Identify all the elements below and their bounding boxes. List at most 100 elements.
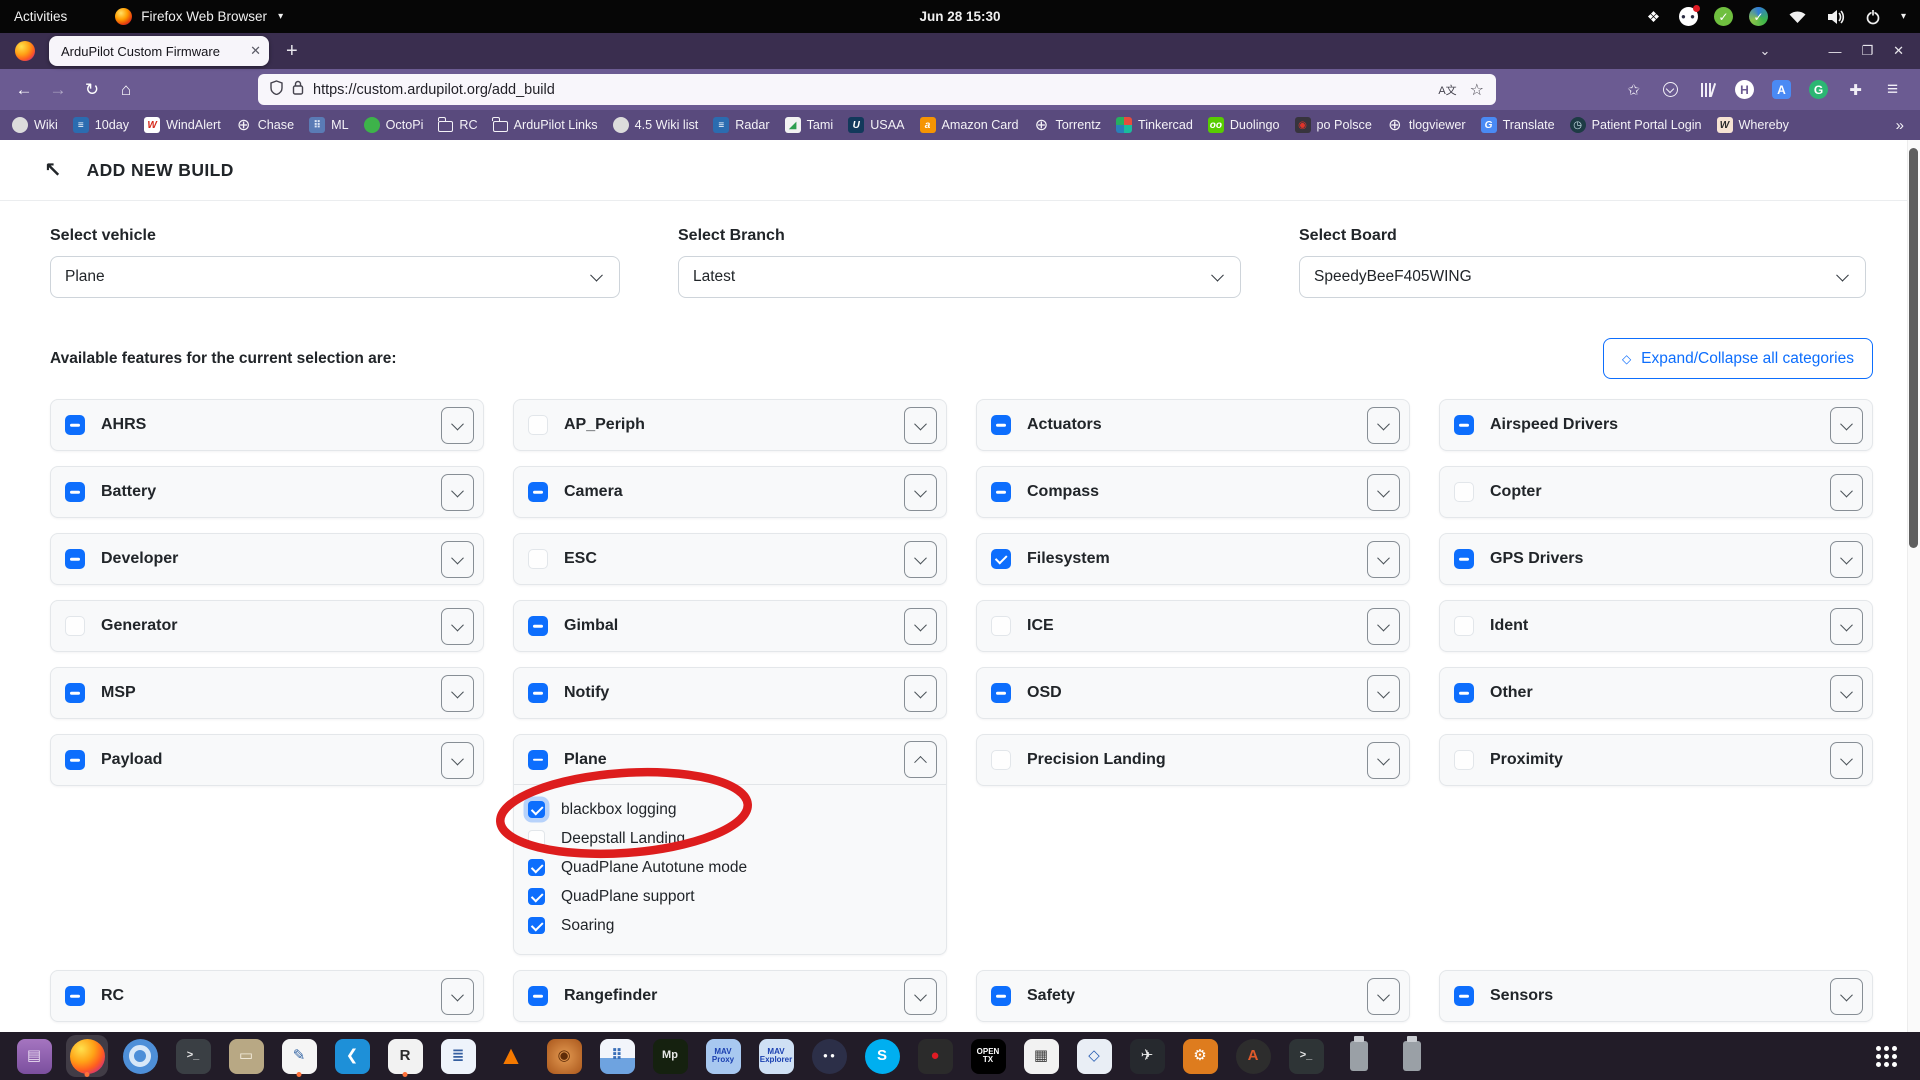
bookmark-chase[interactable]: ⊕ Chase <box>236 117 294 134</box>
lock-icon[interactable] <box>292 80 304 99</box>
expand-button-airspeed-drivers[interactable] <box>1830 406 1863 444</box>
checkbox-camera[interactable] <box>528 482 548 502</box>
expand-button-gimbal[interactable] <box>904 607 937 645</box>
forward-button[interactable]: → <box>44 80 72 100</box>
checkbox-quadplane-support[interactable] <box>528 888 545 905</box>
discord-icon[interactable]: ● ● <box>1678 5 1700 26</box>
dropbox-icon[interactable]: ❖ <box>1644 7 1663 26</box>
checkbox-proximity[interactable] <box>1454 750 1474 770</box>
checkbox-filesystem[interactable] <box>991 549 1011 569</box>
bookmark-translate[interactable]: G Translate <box>1480 117 1555 133</box>
bookmark-star-icon[interactable]: ☆ <box>1470 80 1484 100</box>
checkbox-sensors[interactable] <box>1454 986 1474 1006</box>
dock-item-orange-tool[interactable]: ⚙ <box>1179 1035 1221 1077</box>
expand-button-ahrs[interactable] <box>441 406 474 444</box>
expand-button-other[interactable] <box>1830 674 1863 712</box>
bookmark-wiki[interactable]: Wiki <box>12 117 58 133</box>
translate-page-icon[interactable]: A文 <box>1438 82 1456 98</box>
checkbox-soaring[interactable] <box>528 917 545 934</box>
dock-item-libreoffice-writer[interactable]: ≣ <box>437 1035 479 1077</box>
checkbox-osd[interactable] <box>991 683 1011 703</box>
dock-item-virtualbox[interactable]: ◇ <box>1073 1035 1115 1077</box>
dock-item-vscode[interactable]: ❮ <box>331 1035 373 1077</box>
dock-item-screen-recorder[interactable]: ● <box>914 1035 956 1077</box>
bookmark-amazon-card[interactable]: a Amazon Card <box>919 117 1019 133</box>
expand-button-gps-drivers[interactable] <box>1830 540 1863 578</box>
checkbox-plane[interactable] <box>528 749 548 770</box>
grammarly-icon[interactable]: G <box>1809 80 1828 99</box>
expand-button-safety[interactable] <box>1367 977 1400 1015</box>
checkbox-actuators[interactable] <box>991 415 1011 435</box>
checkbox-compass[interactable] <box>991 482 1011 502</box>
home-button[interactable]: ⌂ <box>112 80 140 100</box>
bookmark-octopi[interactable]: OctoPi <box>363 117 423 133</box>
bookmark-4-5-wiki-list[interactable]: 4.5 Wiki list <box>612 117 698 133</box>
expand-button-filesystem[interactable] <box>1367 540 1400 578</box>
checkbox-developer[interactable] <box>65 549 85 569</box>
checkbox-generator[interactable] <box>65 616 85 636</box>
checkbox-other[interactable] <box>1454 683 1474 703</box>
bookmark-radar[interactable]: ≡ Radar <box>713 117 770 133</box>
bookmark-rc[interactable]: RC <box>437 117 478 132</box>
clock[interactable]: Jun 28 15:30 <box>0 9 1920 24</box>
expand-button-actuators[interactable] <box>1367 406 1400 444</box>
dock-item-r-notepad[interactable]: R <box>384 1035 426 1077</box>
expand-button-ice[interactable] <box>1367 607 1400 645</box>
expand-button-payload[interactable] <box>441 741 474 779</box>
bookmark-patient-portal-login[interactable]: ◷ Patient Portal Login <box>1569 117 1702 133</box>
checkbox-gps-drivers[interactable] <box>1454 549 1474 569</box>
expand-collapse-all-button[interactable]: ◇ Expand/Collapse all categories <box>1602 338 1873 379</box>
branch-select[interactable]: Latest <box>678 256 1241 298</box>
dock-item-opentx[interactable]: OPEN TX <box>967 1035 1009 1077</box>
checkbox-ap-periph[interactable] <box>528 415 548 435</box>
dock-item-vlc[interactable]: ▲ <box>490 1035 532 1077</box>
dock-item-mission-planner[interactable]: Mp <box>649 1035 691 1077</box>
expand-button-generator[interactable] <box>441 607 474 645</box>
app-menu[interactable]: Firefox Web Browser ▾ <box>115 8 283 25</box>
checkbox-rangefinder[interactable] <box>528 986 548 1006</box>
checkbox-notify[interactable] <box>528 683 548 703</box>
expand-button-sensors[interactable] <box>1830 977 1863 1015</box>
expand-button-battery[interactable] <box>441 473 474 511</box>
checkbox-blackbox-logging[interactable] <box>528 801 545 818</box>
dock-item-files[interactable]: ▭ <box>225 1035 267 1077</box>
dock-item-arduino[interactable]: A <box>1232 1035 1274 1077</box>
expand-button-rc[interactable] <box>441 977 474 1015</box>
bookmark-tami[interactable]: ◢ Tami <box>784 117 833 133</box>
checkbox-msp[interactable] <box>65 683 85 703</box>
activities-button[interactable]: Activities <box>14 9 67 24</box>
pocket-icon[interactable] <box>1661 80 1680 99</box>
firefox-view-icon[interactable] <box>15 41 35 61</box>
expand-button-copter[interactable] <box>1830 473 1863 511</box>
checkbox-airspeed-drivers[interactable] <box>1454 415 1474 435</box>
checkbox-safety[interactable] <box>991 986 1011 1006</box>
checkbox-payload[interactable] <box>65 750 85 770</box>
expand-button-notify[interactable] <box>904 674 937 712</box>
dock-item-purple-files[interactable]: ▤ <box>13 1035 55 1077</box>
dock-item-terminal-2[interactable]: >_ <box>1285 1035 1327 1077</box>
shield-icon[interactable] <box>270 80 283 99</box>
extensions-puzzle-icon[interactable]: ✚ <box>1846 80 1865 99</box>
expand-button-precision-landing[interactable] <box>1367 741 1400 779</box>
expand-button-ident[interactable] <box>1830 607 1863 645</box>
expand-button-rangefinder[interactable] <box>904 977 937 1015</box>
bookmark-tinkercad[interactable]: Tinkercad <box>1116 117 1193 133</box>
bookmark-usaa[interactable]: U USAA <box>848 117 905 133</box>
checkbox-rc[interactable] <box>65 986 85 1006</box>
expand-button-camera[interactable] <box>904 473 937 511</box>
checkbox-deepstall-landing[interactable] <box>528 830 545 847</box>
sync-check-icon[interactable]: ✓ <box>1748 7 1768 26</box>
list-tabs-chevron[interactable]: ⌄ <box>1760 43 1771 59</box>
page-scrollbar[interactable] <box>1907 140 1920 1032</box>
dock-item-mavproxy[interactable]: MAV Proxy <box>702 1035 744 1077</box>
checkbox-esc[interactable] <box>528 549 548 569</box>
bookmark-ardupilot-links[interactable]: ArduPilot Links <box>492 117 598 132</box>
bookmark-10day[interactable]: ≡ 10day <box>72 117 129 133</box>
expand-button-osd[interactable] <box>1367 674 1400 712</box>
url-bar[interactable]: https://custom.ardupilot.org/add_build A… <box>258 74 1496 105</box>
bookmark-windalert[interactable]: W WindAlert <box>144 117 221 133</box>
restore-button[interactable]: ❐ <box>1861 43 1873 59</box>
bookmark-ml[interactable]: ⠿ ML <box>309 117 349 133</box>
checkbox-ident[interactable] <box>1454 616 1474 636</box>
h-extension-icon[interactable]: H <box>1735 80 1754 99</box>
